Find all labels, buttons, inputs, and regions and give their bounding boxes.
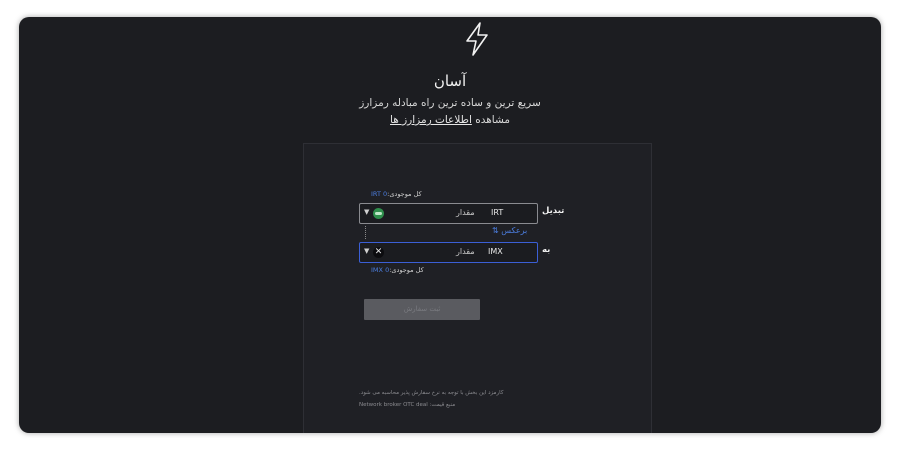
connector-line [365,226,366,239]
irt-coin-icon [373,208,384,219]
info-prefix: مشاهده [475,114,510,126]
chevron-down-icon[interactable]: ▼ [364,208,369,216]
from-field[interactable]: ▼ IRT مقدار [359,203,538,224]
from-amount-input[interactable]: مقدار [456,208,475,217]
lightning-logo-icon [466,22,488,56]
from-balance-value[interactable]: 0 IRT [371,190,387,198]
submit-order-button[interactable]: ثبت سفارش [364,299,480,320]
to-label: به [542,245,551,255]
swap-icon: ⇅ [492,226,499,235]
from-currency[interactable]: IRT [491,208,503,217]
to-currency[interactable]: IMX [488,247,503,256]
fee-note: کارمزد این بخش با توجه به نرخ سفارش پذیر… [359,390,504,396]
from-balance: کل موجودی:0 IRT [371,190,422,198]
info-line: مشاهده اطلاعات رمزارز ها [19,114,881,126]
exchange-panel: کل موجودی:0 IRT تبدیل ▼ IRT مقدار برعکس … [303,143,652,433]
to-amount-input[interactable]: مقدار [456,247,475,256]
page-title: آسان [433,72,467,90]
from-label: تبدیل [542,206,565,216]
swap-label: برعکس [501,226,528,235]
swap-button[interactable]: برعکس ⇅ [492,226,527,235]
from-balance-label: کل موجودی: [387,190,422,198]
to-field[interactable]: ▼ ✕ IMX مقدار [359,242,538,263]
to-balance-value[interactable]: 0 IMX [371,266,389,274]
to-balance: کل موجودی:0 IMX [371,266,424,274]
chevron-down-icon[interactable]: ▼ [364,247,369,255]
page-subtitle: سریع ترین و ساده ترین راه مبادله رمزارز [359,97,541,109]
crypto-info-link[interactable]: اطلاعات رمزارز ها [390,114,472,126]
to-balance-label: کل موجودی: [389,266,424,274]
price-source: منبع قیمت: Network broker OTC deal [359,402,456,408]
app-window: آسان سریع ترین و ساده ترین راه مبادله رم… [19,17,881,433]
imx-coin-icon: ✕ [373,247,384,258]
